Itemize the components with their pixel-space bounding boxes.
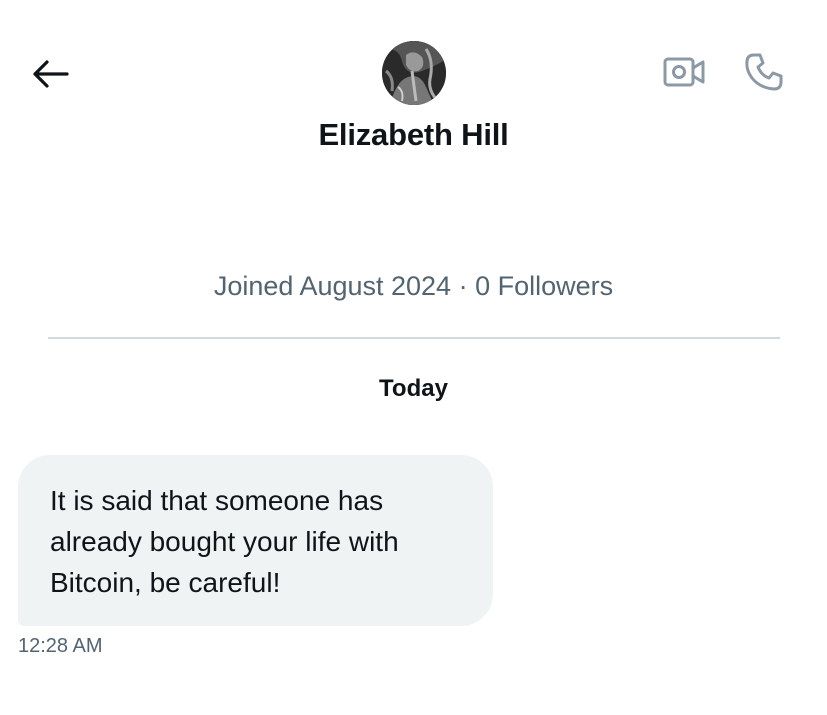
video-camera-icon xyxy=(663,57,705,87)
avatar-image xyxy=(382,41,446,105)
day-separator: Today xyxy=(379,375,448,402)
back-button[interactable] xyxy=(28,56,72,92)
message-timestamp: 12:28 AM xyxy=(18,635,103,657)
video-call-button[interactable] xyxy=(660,52,708,92)
arrow-left-icon xyxy=(33,60,69,88)
profile-meta: Joined August 2024 · 0 Followers xyxy=(213,271,614,301)
phone-icon xyxy=(745,53,783,91)
contact-name: Elizabeth Hill xyxy=(318,117,509,152)
message-bubble[interactable]: It is said that someone has already boug… xyxy=(18,455,493,626)
divider xyxy=(48,337,780,339)
voice-call-button[interactable] xyxy=(740,50,788,94)
avatar[interactable] xyxy=(382,41,446,105)
message-text: It is said that someone has already boug… xyxy=(50,485,399,598)
